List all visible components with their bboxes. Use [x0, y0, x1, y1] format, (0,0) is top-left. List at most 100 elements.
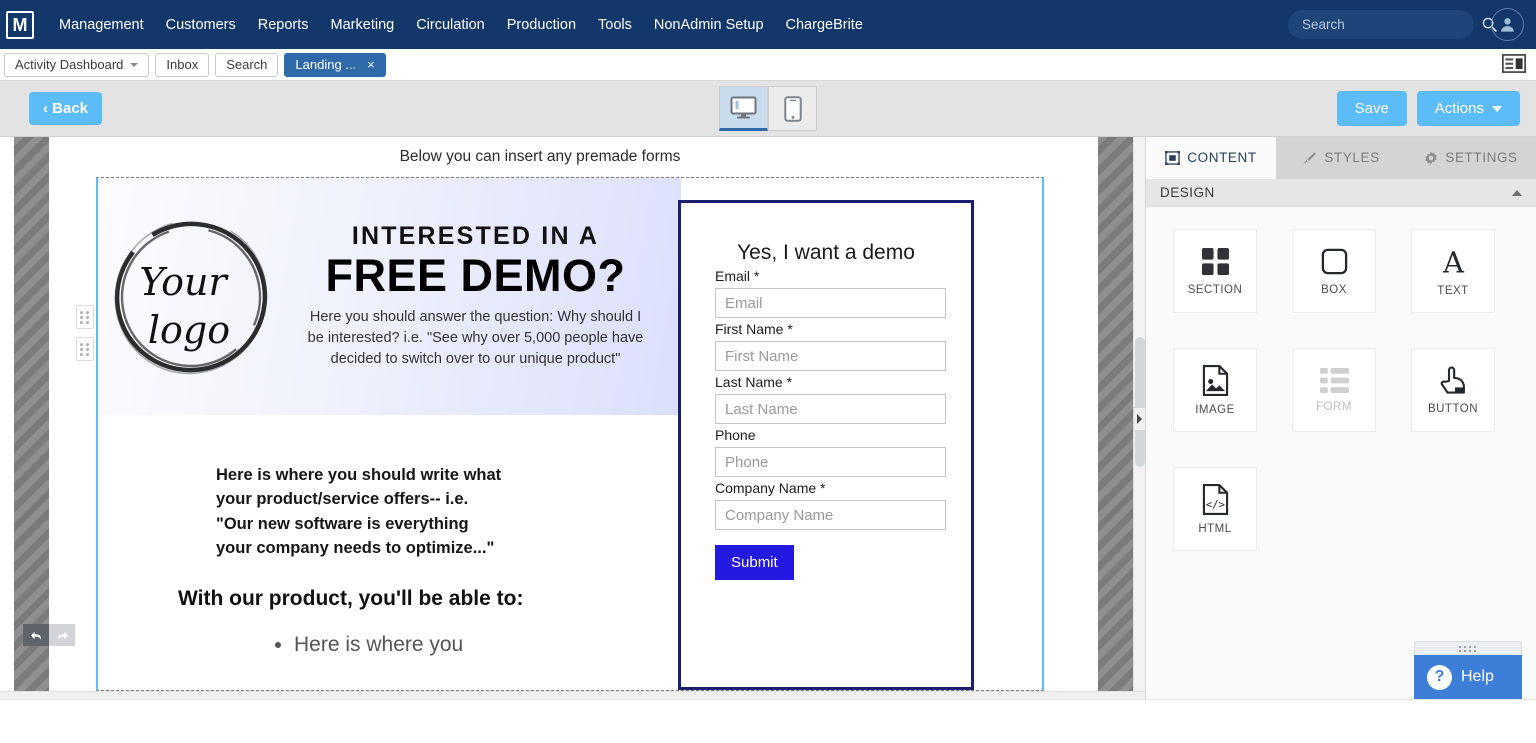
question-mark-icon: ?	[1427, 665, 1452, 690]
chevron-down-icon[interactable]	[130, 63, 138, 67]
side-panel-tabs: CONTENT STYLES SETTINGS	[1146, 137, 1536, 179]
first-name-field-label: First Name *	[715, 321, 971, 337]
user-account-button[interactable]	[1491, 8, 1524, 41]
widget-label: BOX	[1321, 284, 1347, 296]
design-section-title: DESIGN	[1160, 185, 1215, 200]
phone-field-label: Phone	[715, 427, 971, 443]
canvas-hint-text: Below you can insert any premade forms	[400, 148, 681, 166]
help-button[interactable]: ? Help	[1414, 655, 1522, 699]
widget-label: FORM	[1316, 401, 1352, 413]
widget-html[interactable]: </> HTML	[1173, 467, 1257, 551]
browser-tab-bar: Activity Dashboard Inbox Search Landing …	[0, 49, 1536, 81]
global-search[interactable]	[1288, 10, 1474, 39]
design-section-header[interactable]: DESIGN	[1146, 179, 1536, 207]
widget-label: BUTTON	[1428, 403, 1478, 415]
hero-headline-small: INTERESTED IN A	[278, 223, 673, 251]
brush-icon	[1302, 151, 1317, 165]
nav-item-reports[interactable]: Reports	[247, 11, 320, 39]
widget-label: SECTION	[1188, 284, 1243, 296]
section-drag-handle[interactable]	[76, 305, 94, 329]
canvas-right-gutter	[1098, 137, 1133, 691]
tab-search[interactable]: Search	[215, 53, 278, 77]
chevron-down-icon	[1492, 106, 1502, 112]
tab-landing-page[interactable]: Landing ... ×	[284, 53, 385, 77]
block-drag-handle[interactable]	[76, 337, 94, 361]
widget-button[interactable]: BUTTON	[1411, 348, 1495, 432]
logo-placeholder-image[interactable]: Your logo	[103, 209, 278, 384]
undo-redo-controls	[23, 624, 75, 646]
widget-box[interactable]: BOX	[1292, 229, 1376, 313]
page-canvas[interactable]: Below you can insert any premade forms Y…	[0, 137, 1145, 699]
actions-label: Actions	[1435, 100, 1484, 117]
grid-icon	[1201, 247, 1230, 276]
selected-section[interactable]: Your logo INTERESTED IN A FREE DEMO? Her…	[96, 177, 1044, 691]
tab-styles[interactable]: STYLES	[1276, 137, 1406, 179]
canvas-hint: Below you can insert any premade forms	[96, 137, 1044, 177]
rounded-square-icon	[1320, 247, 1349, 276]
hero-subcopy: Here you should answer the question: Why…	[278, 307, 673, 370]
tab-activity-dashboard[interactable]: Activity Dashboard	[4, 53, 149, 77]
svg-text:A: A	[1442, 246, 1465, 277]
chevron-up-icon[interactable]	[1512, 190, 1522, 196]
last-name-field-label: Last Name *	[715, 374, 971, 390]
company-name-field[interactable]: Company Name	[715, 500, 946, 530]
submit-button[interactable]: Submit	[715, 545, 794, 580]
desktop-preview-button[interactable]	[719, 86, 768, 131]
top-navigation-bar: M Management Customers Reports Marketing…	[0, 0, 1536, 49]
tab-label: CONTENT	[1187, 150, 1256, 165]
widget-form: FORM	[1292, 348, 1376, 432]
company-name-field-label: Company Name *	[715, 480, 971, 496]
nav-item-management[interactable]: Management	[48, 11, 155, 39]
nav-item-marketing[interactable]: Marketing	[320, 11, 406, 39]
tab-content[interactable]: CONTENT	[1146, 137, 1276, 179]
hero-text[interactable]: INTERESTED IN A FREE DEMO? Here you shou…	[278, 223, 681, 371]
nav-item-customers[interactable]: Customers	[155, 11, 247, 39]
undo-arrow-icon	[29, 628, 44, 643]
tab-settings[interactable]: SETTINGS	[1406, 137, 1536, 179]
close-icon[interactable]: ×	[367, 57, 375, 72]
desktop-icon	[730, 96, 757, 119]
nav-item-production[interactable]: Production	[496, 11, 587, 39]
redo-button[interactable]	[49, 624, 75, 646]
canvas-left-gutter	[14, 137, 49, 691]
last-name-field[interactable]: Last Name	[715, 394, 946, 424]
svg-text:</>: </>	[1205, 499, 1224, 511]
save-button[interactable]: Save	[1337, 91, 1407, 126]
mobile-preview-button[interactable]	[768, 86, 817, 131]
device-preview-switcher	[719, 86, 817, 131]
page-footer	[0, 699, 1536, 742]
nav-item-circulation[interactable]: Circulation	[405, 11, 496, 39]
form-title: Yes, I want a demo	[681, 241, 971, 265]
gear-icon	[1424, 151, 1438, 165]
widget-section[interactable]: SECTION	[1173, 229, 1257, 313]
hero-banner[interactable]: Your logo INTERESTED IN A FREE DEMO? Her…	[98, 178, 681, 415]
undo-button[interactable]	[23, 624, 49, 646]
demo-form-card[interactable]: Yes, I want a demo Email * Email First N…	[678, 200, 974, 690]
help-widget: ? Help	[1414, 641, 1522, 699]
search-input[interactable]	[1300, 16, 1481, 33]
actions-dropdown-button[interactable]: Actions	[1417, 91, 1520, 126]
canvas-scrollbar-thumb[interactable]	[1135, 337, 1145, 467]
nav-item-nonadmin-setup[interactable]: NonAdmin Setup	[643, 11, 775, 39]
widget-text[interactable]: A TEXT	[1411, 229, 1495, 313]
panel-collapse-toggle[interactable]	[1133, 407, 1145, 431]
phone-field[interactable]: Phone	[715, 447, 946, 477]
widget-image[interactable]: IMAGE	[1173, 348, 1257, 432]
canvas-bottom-bar	[0, 691, 1145, 699]
first-name-field[interactable]: First Name	[715, 341, 946, 371]
help-drag-grip[interactable]	[1414, 641, 1522, 655]
email-field[interactable]: Email	[715, 288, 946, 318]
landing-page-content[interactable]: Below you can insert any premade forms Y…	[96, 137, 1044, 691]
tab-label: Search	[226, 57, 267, 72]
nav-item-chargebrite[interactable]: ChargeBrite	[775, 11, 874, 39]
app-logo[interactable]: M	[6, 11, 34, 39]
widget-label: HTML	[1198, 523, 1231, 535]
back-button[interactable]: ‹ Back	[29, 92, 102, 125]
logo-line1-text: Your	[139, 260, 229, 304]
tab-inbox[interactable]: Inbox	[155, 53, 209, 77]
widget-label: TEXT	[1437, 285, 1468, 297]
layout-toggle-icon[interactable]	[1502, 54, 1526, 73]
tab-label: Inbox	[166, 57, 198, 72]
code-icon: </>	[1202, 484, 1229, 515]
nav-item-tools[interactable]: Tools	[587, 11, 643, 39]
